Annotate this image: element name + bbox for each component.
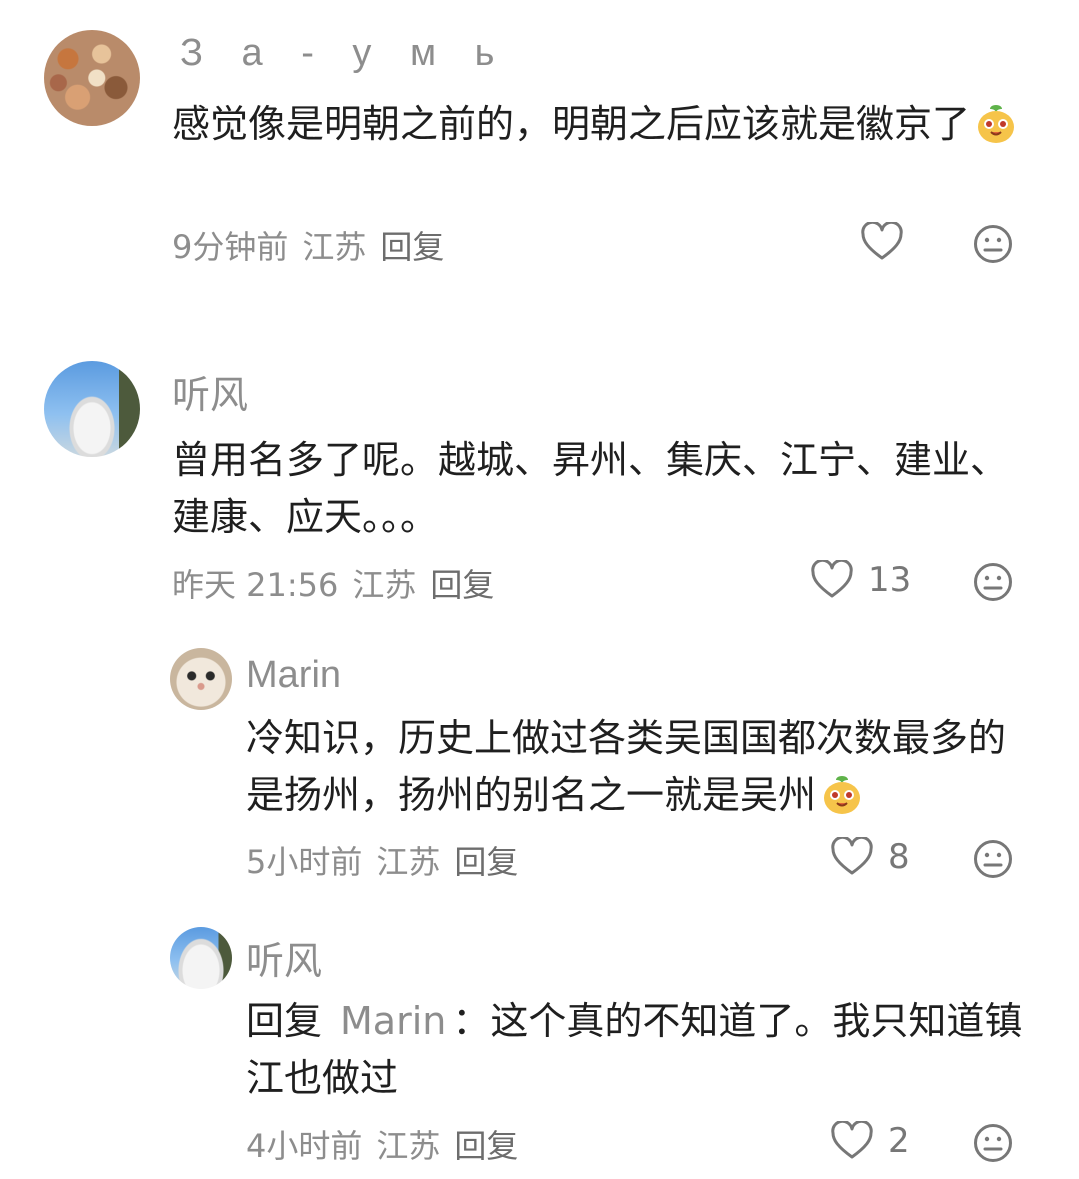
comment-text: 感觉像是明朝之前的，明朝之后应该就是徽京了 [172,96,1032,153]
comment-text: 回复 Marin ：这个真的不知道了。我只知道镇江也做过 [246,999,1023,1100]
smiling-bun-emoji [978,105,1015,143]
timestamp: 9分钟前 [172,228,289,266]
like-count: 13 [868,560,912,600]
reply-colon: ： [452,999,491,1043]
timestamp: 5小时前 [246,843,363,881]
smiling-bun-emoji [824,776,861,814]
reply-target-user[interactable]: Marin [340,999,446,1043]
avatar[interactable] [170,648,232,710]
reply-button[interactable]: 回复 [430,566,494,604]
like-button[interactable] [860,222,918,262]
heart-outline-icon [861,222,903,260]
reply-prefix: 回复 [246,999,323,1043]
like-count: 8 [888,837,910,877]
comment-meta: 昨天 21:56 江苏 回复 [172,560,508,606]
neutral-face-icon[interactable] [973,1123,1013,1163]
username[interactable]: 听风 [246,930,322,985]
location: 江苏 [376,843,441,881]
like-button[interactable]: 8 [830,837,910,877]
comment-meta: 5小时前 江苏 回复 [246,837,532,883]
comment-meta: 4小时前 江苏 回复 [246,1121,532,1167]
heart-outline-icon [811,560,853,598]
timestamp: 昨天 21:56 [172,566,339,604]
location: 江苏 [376,1127,441,1165]
comment-meta: 9分钟前 江苏 回复 [172,222,458,268]
timestamp: 4小时前 [246,1127,363,1165]
neutral-face-icon[interactable] [973,224,1013,264]
like-button[interactable]: 2 [830,1121,910,1161]
avatar[interactable] [44,361,140,457]
avatar[interactable] [170,927,232,989]
location: 江苏 [302,228,367,266]
username[interactable]: З а - у м ь [180,32,508,75]
heart-outline-icon [831,1121,873,1159]
avatar[interactable] [44,30,140,126]
reply-button[interactable]: 回复 [454,1127,518,1165]
heart-outline-icon [831,837,873,875]
like-button[interactable]: 13 [810,560,911,600]
comment-text: 冷知识，历史上做过各类吴国国都次数最多的是扬州，扬州的别名之一就是吴州 [246,716,1007,817]
neutral-face-icon[interactable] [973,839,1013,879]
username[interactable]: 听风 [172,364,248,419]
reply-button[interactable]: 回复 [454,843,518,881]
like-count: 2 [888,1121,910,1161]
neutral-face-icon[interactable] [973,562,1013,602]
username[interactable]: Marin [246,654,341,697]
comment-text: 曾用名多了呢。越城、昇州、集庆、江宁、建业、建康、应天。。。 [172,438,1009,539]
location: 江苏 [352,566,417,604]
reply-button[interactable]: 回复 [380,228,444,266]
